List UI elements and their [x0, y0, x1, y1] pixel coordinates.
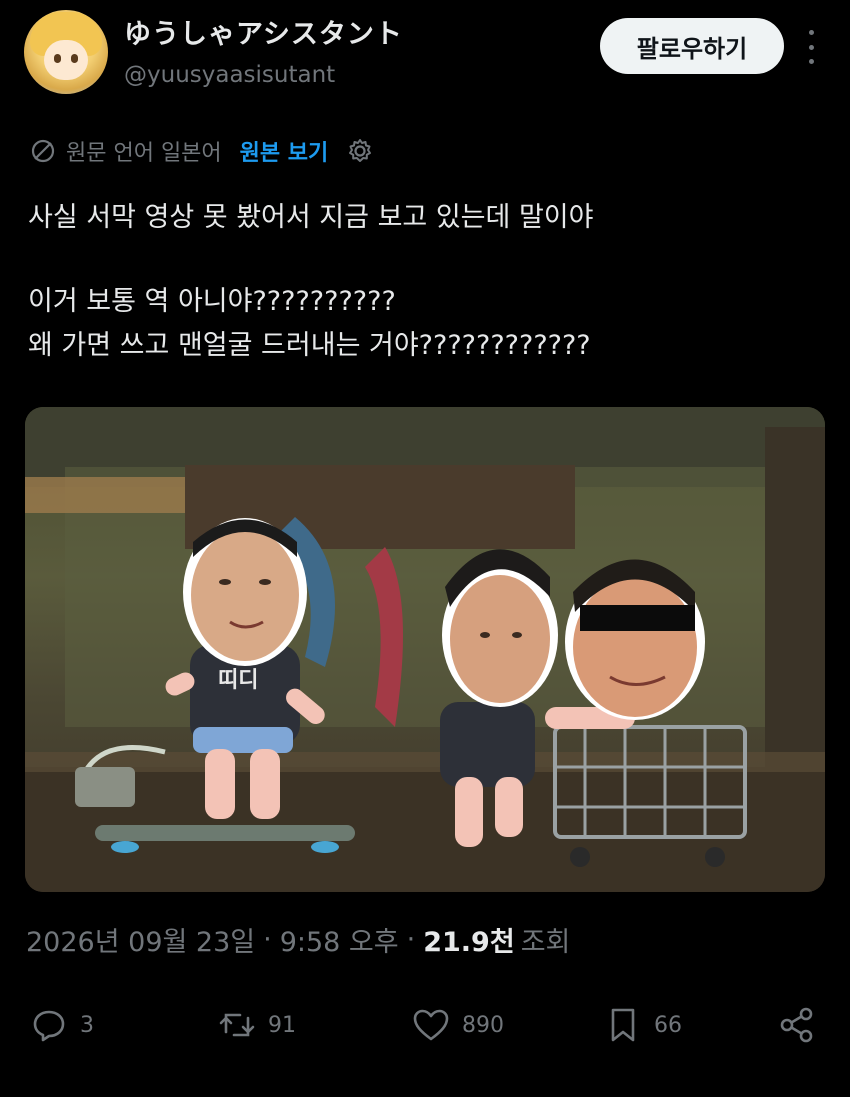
tweet-text: 사실 서막 영상 못 봤어서 지금 보고 있는데 말이야 이거 보통 역 아니야… — [28, 196, 818, 368]
shirt-text: 띠디 — [218, 668, 258, 693]
like-count: 890 — [462, 1012, 504, 1038]
bookmark-button[interactable]: 66 — [604, 1000, 682, 1050]
repost-count: 91 — [268, 1012, 296, 1038]
settings-gear-icon[interactable] — [346, 137, 374, 165]
show-original-link[interactable]: 원본 보기 — [240, 135, 329, 167]
avatar-eye-right — [71, 54, 78, 63]
avatar[interactable] — [24, 10, 108, 94]
author-display-name[interactable]: ゆうしゃアシスタント — [124, 12, 403, 51]
views-label: 조회 — [520, 927, 571, 958]
bookmark-icon — [611, 1008, 635, 1042]
reply-count: 3 — [80, 1012, 94, 1038]
heart-icon — [413, 1009, 449, 1041]
like-button[interactable]: 890 — [412, 1000, 504, 1050]
views-count: 21.9천 — [423, 927, 515, 958]
tweet-time[interactable]: 9:58 오후 — [280, 920, 399, 959]
bookmark-count: 66 — [654, 1012, 682, 1038]
media-illustration: 띠디 — [25, 407, 825, 892]
repost-button[interactable]: 91 — [218, 1000, 296, 1050]
tweet-meta: 2026년 09월 23일 · 9:58 오후 · 21.9천 조회 — [26, 920, 570, 959]
tweet-header: ゆうしゃアシスタント @yuusyaasisutant 팔로우하기 — [22, 6, 828, 96]
tweet-date[interactable]: 2026년 09월 23일 — [26, 920, 255, 959]
reply-icon — [33, 1010, 65, 1042]
share-button[interactable] — [778, 1000, 828, 1050]
translation-notice: 원문 언어 일본어 원본 보기 — [30, 134, 374, 168]
tweet-media-image[interactable]: 띠디 — [25, 407, 825, 892]
meta-separator: · — [263, 924, 272, 955]
repost-icon — [219, 1013, 255, 1037]
avatar-eye-left — [54, 54, 61, 63]
author-handle[interactable]: @yuusyaasisutant — [124, 62, 335, 88]
share-icon — [780, 1007, 813, 1043]
tweet-line: 이거 보통 역 아니야?????????? — [28, 286, 396, 317]
action-bar: 3 91 890 66 — [30, 1000, 830, 1050]
more-dot — [808, 59, 814, 64]
tweet-line: 왜 가면 쓰고 맨얼굴 드러내는 거야???????????? — [28, 330, 591, 361]
tweet-line: 사실 서막 영상 못 봤어서 지금 보고 있는데 말이야 — [28, 202, 594, 233]
avatar-face — [44, 40, 88, 80]
source-language-text: 원문 언어 일본어 — [66, 141, 222, 166]
more-dot — [808, 44, 814, 50]
meta-separator: · — [406, 924, 416, 955]
reply-button[interactable]: 3 — [30, 1000, 94, 1050]
more-vertical-icon[interactable] — [798, 30, 824, 64]
translate-icon — [31, 139, 55, 163]
more-dot — [808, 30, 814, 35]
follow-button[interactable]: 팔로우하기 — [600, 18, 784, 74]
